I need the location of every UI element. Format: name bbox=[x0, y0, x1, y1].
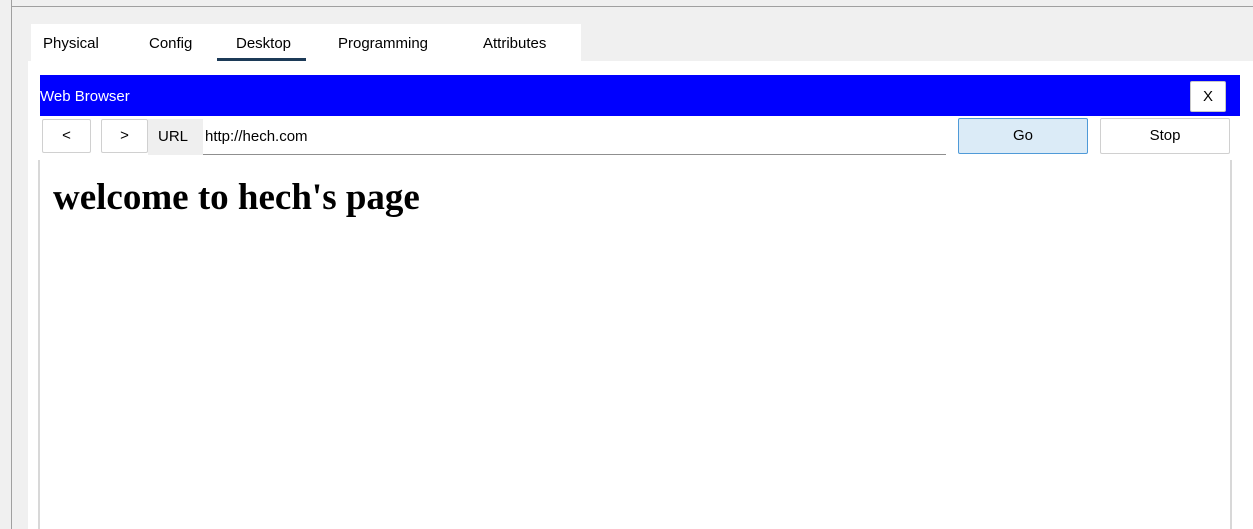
back-arrow-icon: < bbox=[62, 127, 71, 144]
url-label: URL bbox=[148, 119, 203, 155]
browser-title: Web Browser bbox=[40, 88, 130, 105]
tab-physical[interactable]: Physical bbox=[43, 34, 99, 56]
tab-desktop-label: Desktop bbox=[236, 35, 292, 52]
tab-physical-label: Physical bbox=[43, 35, 99, 52]
tab-config[interactable]: Config bbox=[149, 34, 192, 56]
close-button[interactable]: X bbox=[1190, 81, 1226, 112]
content-right-border bbox=[1230, 160, 1232, 529]
tab-attributes-label: Attributes bbox=[483, 35, 547, 52]
go-button-label: Go bbox=[1012, 127, 1033, 144]
close-icon: X bbox=[1202, 88, 1213, 105]
browser-content-area: welcome to hech's page bbox=[40, 160, 1230, 529]
go-button[interactable]: Go bbox=[958, 118, 1088, 154]
stop-button[interactable]: Stop bbox=[1100, 118, 1230, 154]
tab-programming[interactable]: Programming bbox=[338, 34, 428, 56]
tab-config-label: Config bbox=[149, 35, 193, 52]
window-top-edge bbox=[0, 0, 1253, 7]
back-button[interactable]: < bbox=[42, 119, 91, 153]
window-left-edge bbox=[0, 0, 12, 529]
browser-titlebar: Web Browser bbox=[40, 75, 1240, 116]
tab-bar: Physical Config Desktop Programming Attr… bbox=[31, 24, 581, 62]
forward-button[interactable]: > bbox=[101, 119, 148, 153]
tab-desktop[interactable]: Desktop bbox=[217, 34, 307, 62]
tab-programming-label: Programming bbox=[338, 35, 429, 52]
tab-attributes[interactable]: Attributes bbox=[483, 34, 546, 56]
url-input[interactable] bbox=[203, 119, 946, 155]
forward-arrow-icon: > bbox=[120, 127, 129, 144]
stop-button-label: Stop bbox=[1149, 127, 1181, 144]
content-left-border bbox=[38, 160, 40, 529]
page-heading: welcome to hech's page bbox=[53, 177, 420, 218]
